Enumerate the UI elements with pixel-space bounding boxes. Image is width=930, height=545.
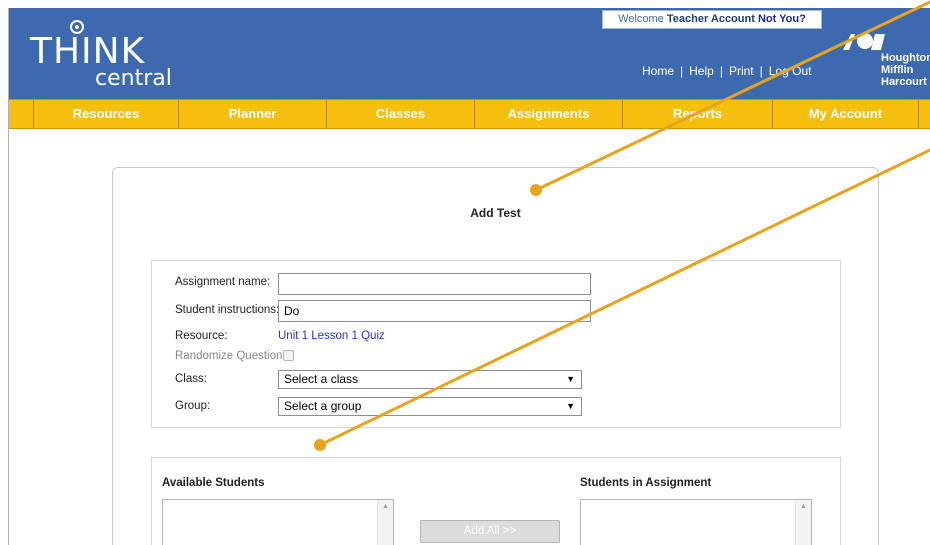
group-select-value: Select a group <box>284 399 362 413</box>
logout-link[interactable]: Log Out <box>769 64 812 78</box>
hmh-logo: Houghton Mifflin Harcourt <box>835 30 930 96</box>
nav-resources[interactable]: Resources <box>33 100 179 128</box>
top-links: Home | Help | Print | Log Out <box>642 64 811 78</box>
link-separator: | <box>719 64 723 78</box>
resource-link[interactable]: Unit 1 Lesson 1 Quiz <box>278 330 385 342</box>
link-separator: | <box>680 64 684 78</box>
welcome-box: Welcome Teacher Account Not You? <box>602 10 822 29</box>
randomize-checkbox[interactable] <box>283 350 294 361</box>
welcome-prefix: Welcome <box>618 13 667 25</box>
not-you-link[interactable]: Not You? <box>758 13 806 25</box>
students-in-assignment-list[interactable] <box>580 499 812 545</box>
hmh-line-2: Mifflin <box>881 64 914 76</box>
class-select[interactable]: Select a class ▼ <box>278 370 582 389</box>
page-title: Add Test <box>470 206 521 220</box>
assignment-details-fieldset: Assignment name: Student instructions: D… <box>151 260 841 428</box>
chevron-down-icon: ▼ <box>566 401 575 411</box>
instructions-label: Student instructions: <box>175 304 280 316</box>
logo-think-text: THINK <box>30 31 146 72</box>
hmh-line-3: Harcourt <box>881 76 927 88</box>
main-nav: Resources Planner Classes Assignments Re… <box>9 99 930 129</box>
available-students-list[interactable] <box>162 499 394 545</box>
group-label: Group: <box>175 400 211 412</box>
randomize-label: Randomize Questions <box>175 350 289 362</box>
home-link[interactable]: Home <box>642 64 674 78</box>
help-link[interactable]: Help <box>689 64 714 78</box>
list-scrollbar[interactable] <box>377 500 393 545</box>
print-link[interactable]: Print <box>729 64 754 78</box>
hmh-line-1: Houghton <box>881 52 930 64</box>
resource-label: Resource: <box>175 330 228 342</box>
list-scrollbar[interactable] <box>795 500 811 545</box>
nav-my-account[interactable]: My Account <box>773 100 919 128</box>
class-select-value: Select a class <box>284 372 359 386</box>
available-students-heading: Available Students <box>162 477 265 489</box>
nav-reports[interactable]: Reports <box>623 100 773 128</box>
hmh-text: Houghton Mifflin Harcourt <box>881 52 930 88</box>
students-in-assignment-heading: Students in Assignment <box>580 477 712 489</box>
link-separator: | <box>759 64 763 78</box>
chevron-down-icon: ▼ <box>566 374 575 384</box>
welcome-user: Teacher Account <box>666 13 755 25</box>
nav-assignments[interactable]: Assignments <box>475 100 623 128</box>
assignment-name-input[interactable] <box>278 273 591 295</box>
nav-planner[interactable]: Planner <box>179 100 327 128</box>
nav-classes[interactable]: Classes <box>327 100 475 128</box>
instructions-input[interactable]: Do <box>278 300 591 322</box>
logo-central-text: central <box>95 66 172 91</box>
hmh-mark-icon <box>843 33 885 50</box>
add-all-button[interactable]: Add All >> <box>420 520 560 543</box>
assignment-name-label: Assignment name: <box>175 276 271 288</box>
header: THINK central Welcome Teacher Account No… <box>9 8 930 99</box>
class-label: Class: <box>175 373 207 385</box>
think-central-logo[interactable]: THINK central <box>30 20 180 96</box>
group-select[interactable]: Select a group ▼ <box>278 397 582 416</box>
add-test-panel: Add Test Assignment name: Student instru… <box>112 167 879 545</box>
students-fieldset: Available Students Add All >> Students i… <box>151 457 841 545</box>
